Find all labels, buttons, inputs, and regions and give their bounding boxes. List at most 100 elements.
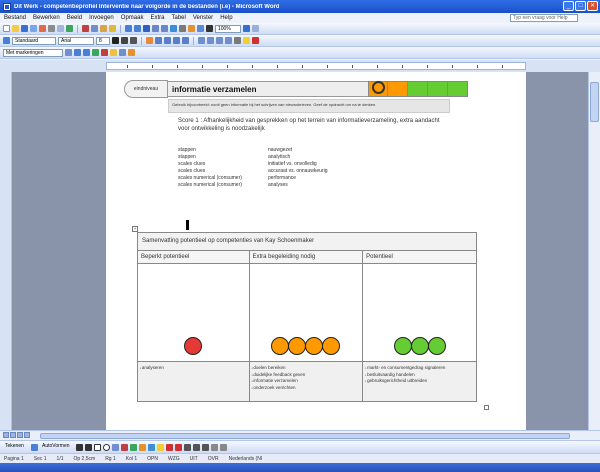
horizontal-scroll-thumb[interactable]	[40, 433, 570, 439]
maximize-button[interactable]: □	[575, 1, 586, 11]
drawing-icon[interactable]	[188, 25, 195, 32]
display-for-review-select[interactable]: Met markeringen	[3, 48, 63, 57]
arrow-style-icon[interactable]	[202, 443, 209, 451]
select-objects-icon[interactable]	[31, 443, 38, 451]
font-color-icon[interactable]	[252, 37, 259, 44]
previous-change-icon[interactable]	[74, 49, 81, 56]
next-change-icon[interactable]	[83, 49, 90, 56]
help-icon[interactable]	[243, 25, 250, 32]
menu-item-tools[interactable]: Extra	[150, 15, 164, 21]
draw-menu[interactable]: Tekenen	[3, 443, 29, 451]
italic-icon[interactable]	[121, 37, 128, 44]
clip-art-icon[interactable]	[139, 443, 146, 451]
reject-change-icon[interactable]	[101, 49, 108, 56]
highlight-icon[interactable]	[243, 37, 250, 44]
styles-icon[interactable]	[3, 37, 10, 44]
horizontal-ruler[interactable]	[0, 60, 600, 72]
borders-icon[interactable]	[234, 37, 241, 44]
menu-item-window[interactable]: Venster	[193, 15, 213, 21]
insert-excel-icon[interactable]	[170, 25, 177, 32]
outline-view-icon[interactable]	[24, 432, 30, 438]
increase-indent-icon[interactable]	[225, 37, 232, 44]
insert-table-icon[interactable]	[161, 25, 168, 32]
decrease-indent-icon[interactable]	[216, 37, 223, 44]
email-icon[interactable]	[39, 25, 46, 32]
menu-item-table[interactable]: Tabel	[171, 15, 185, 21]
hyperlink-icon[interactable]	[143, 25, 150, 32]
align-left-icon[interactable]	[146, 37, 153, 44]
copy-icon[interactable]	[91, 25, 98, 32]
open-folder-icon[interactable]	[12, 25, 19, 32]
text-box-icon[interactable]	[112, 443, 119, 451]
table-resize-handle[interactable]	[484, 405, 489, 410]
justify-icon[interactable]	[173, 37, 180, 44]
menu-item-file[interactable]: Bestand	[4, 15, 26, 21]
fill-color-icon[interactable]	[157, 443, 164, 451]
menu-item-format[interactable]: Opmaak	[121, 15, 144, 21]
show-icon[interactable]	[65, 49, 72, 56]
vertical-scroll-thumb[interactable]	[590, 82, 599, 122]
paste-icon[interactable]	[100, 25, 107, 32]
dash-style-icon[interactable]	[193, 443, 200, 451]
document-map-icon[interactable]	[197, 25, 204, 32]
web-layout-icon[interactable]	[10, 432, 16, 438]
insert-picture-icon[interactable]	[148, 443, 155, 451]
redo-icon[interactable]	[134, 25, 141, 32]
zoom-select[interactable]: 100%	[215, 24, 241, 33]
numbering-icon[interactable]	[198, 37, 205, 44]
font-color-draw-icon[interactable]	[175, 443, 182, 451]
horizontal-scrollbar[interactable]	[0, 430, 600, 440]
menu-item-insert[interactable]: Invoegen	[89, 15, 114, 21]
accept-change-icon[interactable]	[92, 49, 99, 56]
document-page[interactable]: eindniveau informatie verzamelen Gebruik…	[106, 72, 526, 430]
reviewing-pane-icon[interactable]	[128, 49, 135, 56]
new-document-icon[interactable]	[3, 25, 10, 32]
underline-icon[interactable]	[130, 37, 137, 44]
tables-borders-icon[interactable]	[152, 25, 159, 32]
3d-style-icon[interactable]	[220, 443, 227, 451]
vertical-ruler[interactable]	[0, 72, 12, 430]
menu-item-view[interactable]: Beeld	[67, 15, 82, 21]
align-right-icon[interactable]	[164, 37, 171, 44]
close-button[interactable]: ✕	[587, 1, 598, 11]
line-spacing-icon[interactable]	[182, 37, 189, 44]
print-layout-icon[interactable]	[17, 432, 23, 438]
bold-icon[interactable]	[112, 37, 119, 44]
normal-view-icon[interactable]	[3, 432, 9, 438]
autoshapes-menu[interactable]: AutoVormen	[40, 443, 74, 451]
diagram-icon[interactable]	[130, 443, 137, 451]
rectangle-icon[interactable]	[94, 443, 101, 451]
arrow-icon[interactable]	[85, 443, 92, 451]
permission-icon[interactable]	[30, 25, 37, 32]
menu-item-edit[interactable]: Bewerken	[33, 15, 60, 21]
columns-icon[interactable]	[179, 25, 186, 32]
oval-icon[interactable]	[103, 443, 110, 451]
show-hide-icon[interactable]	[206, 25, 213, 32]
undo-icon[interactable]	[125, 25, 132, 32]
format-painter-icon[interactable]	[109, 25, 116, 32]
track-changes-icon[interactable]	[119, 49, 126, 56]
spelling-icon[interactable]	[66, 25, 73, 32]
help-search-input[interactable]: Typ een vraag voor Help	[510, 14, 578, 22]
align-center-icon[interactable]	[155, 37, 162, 44]
style-select[interactable]: Standaard	[12, 36, 56, 45]
line-icon[interactable]	[76, 443, 83, 451]
competences-table[interactable]: Samenvatting potentieel op competenties …	[137, 232, 477, 402]
bullets-icon[interactable]	[207, 37, 214, 44]
cut-icon[interactable]	[82, 25, 89, 32]
print-preview-icon[interactable]	[57, 25, 64, 32]
font-select[interactable]: Arial	[58, 36, 94, 45]
shadow-style-icon[interactable]	[211, 443, 218, 451]
menu-item-help[interactable]: Help	[220, 15, 232, 21]
font-size-select[interactable]: 8	[96, 36, 110, 45]
vertical-scrollbar[interactable]	[588, 72, 600, 430]
characteristic-value: initiatief vs. onvolledig	[268, 161, 317, 167]
print-icon[interactable]	[48, 25, 55, 32]
line-color-icon[interactable]	[166, 443, 173, 451]
insert-comment-icon[interactable]	[110, 49, 117, 56]
save-icon[interactable]	[21, 25, 28, 32]
minimize-button[interactable]: _	[563, 1, 574, 11]
wordart-icon[interactable]	[121, 443, 128, 451]
line-style-icon[interactable]	[184, 443, 191, 451]
read-icon[interactable]	[252, 25, 259, 32]
